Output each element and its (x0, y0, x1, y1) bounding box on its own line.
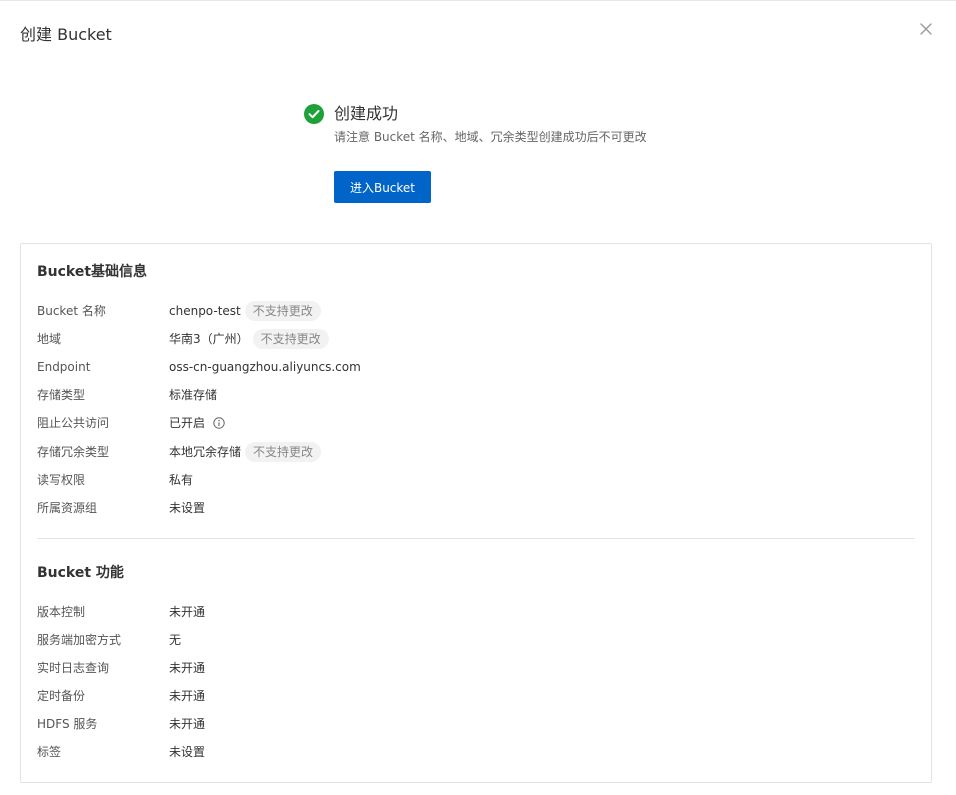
row-hdfs: HDFS 服务 未开通 (37, 714, 917, 734)
encryption-value: 无 (169, 633, 182, 647)
check-circle-icon (304, 104, 324, 124)
row-value: 华南3（广州） 不支持更改 (169, 329, 329, 349)
resource-group-value: 未设置 (169, 501, 206, 515)
immutable-tag: 不支持更改 (252, 329, 329, 349)
row-tags: 标签 未设置 (37, 742, 917, 762)
storage-class-value: 标准存储 (169, 388, 218, 402)
row-storage-class: 存储类型 标准存储 (37, 385, 917, 405)
enter-bucket-button[interactable]: 进入Bucket (334, 171, 431, 203)
region-value: 华南3（广州） (169, 332, 249, 346)
row-label: Endpoint (37, 360, 91, 374)
row-label: 所属资源组 (37, 501, 98, 515)
row-realtime-log: 实时日志查询 未开通 (37, 658, 917, 678)
section-divider (37, 538, 915, 539)
row-label: 标签 (37, 745, 62, 759)
acl-value: 私有 (169, 473, 194, 487)
row-encryption: 服务端加密方式 无 (37, 630, 917, 650)
success-description: 请注意 Bucket 名称、地域、冗余类型创建成功后不可更改 (334, 130, 647, 144)
row-label: 实时日志查询 (37, 661, 110, 675)
row-resource-group: 所属资源组 未设置 (37, 498, 917, 518)
close-icon (920, 23, 932, 35)
hdfs-value: 未开通 (169, 717, 206, 731)
row-label: 服务端加密方式 (37, 633, 122, 647)
row-label: Bucket 名称 (37, 304, 106, 318)
row-versioning: 版本控制 未开通 (37, 602, 917, 622)
info-icon[interactable] (213, 417, 225, 429)
row-label: 存储类型 (37, 388, 86, 402)
row-label: HDFS 服务 (37, 717, 98, 731)
row-endpoint: Endpoint oss-cn-guangzhou.aliyuncs.com (37, 357, 917, 377)
row-label: 版本控制 (37, 605, 86, 619)
close-button[interactable] (916, 19, 936, 39)
top-divider (0, 0, 956, 1)
row-label: 读写权限 (37, 473, 86, 487)
dialog-title: 创建 Bucket (20, 25, 112, 44)
row-redundancy-type: 存储冗余类型 本地冗余存储 不支持更改 (37, 442, 917, 462)
features-title: Bucket 功能 (37, 565, 124, 581)
row-bucket-name: Bucket 名称 chenpo-test 不支持更改 (37, 301, 917, 321)
realtime-log-value: 未开通 (169, 661, 206, 675)
success-title: 创建成功 (334, 104, 399, 123)
row-acl: 读写权限 私有 (37, 470, 917, 490)
row-block-public-access: 阻止公共访问 已开启 (37, 413, 917, 433)
scheduled-backup-value: 未开通 (169, 689, 206, 703)
row-label: 地域 (37, 332, 62, 346)
row-value: 已开启 (169, 413, 225, 433)
row-value: 本地冗余存储 不支持更改 (169, 442, 322, 462)
immutable-tag: 不支持更改 (244, 301, 321, 321)
bucket-info-panel: Bucket基础信息 Bucket 名称 chenpo-test 不支持更改 地… (20, 243, 932, 783)
endpoint-value: oss-cn-guangzhou.aliyuncs.com (169, 360, 361, 374)
row-label: 存储冗余类型 (37, 445, 110, 459)
row-label: 阻止公共访问 (37, 416, 110, 430)
tags-value: 未设置 (169, 745, 206, 759)
row-label: 定时备份 (37, 689, 86, 703)
immutable-tag: 不支持更改 (245, 442, 322, 462)
block-public-access-value: 已开启 (169, 416, 206, 430)
row-value: chenpo-test 不支持更改 (169, 301, 321, 321)
row-scheduled-backup: 定时备份 未开通 (37, 686, 917, 706)
redundancy-value: 本地冗余存储 (169, 445, 242, 459)
bucket-name-value: chenpo-test (169, 304, 241, 318)
versioning-value: 未开通 (169, 605, 206, 619)
basic-info-title: Bucket基础信息 (37, 264, 148, 280)
row-region: 地域 华南3（广州） 不支持更改 (37, 329, 917, 349)
